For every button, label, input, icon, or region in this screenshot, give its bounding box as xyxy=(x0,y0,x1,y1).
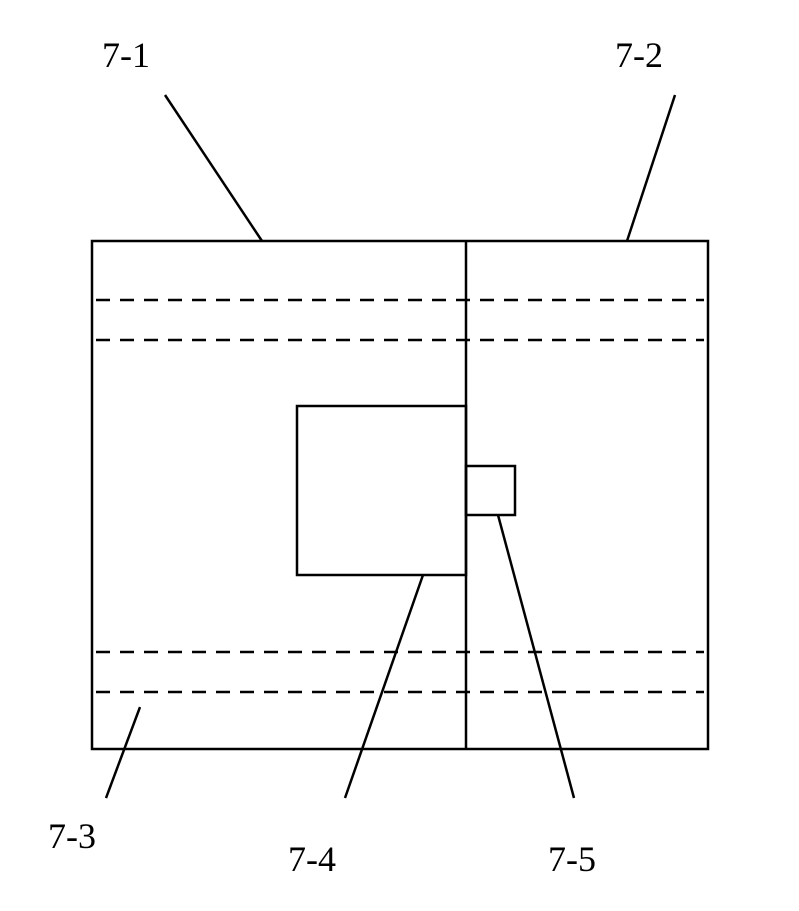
dashed-lines xyxy=(96,300,704,692)
diagram-svg xyxy=(0,0,799,911)
outer-rect xyxy=(92,241,708,749)
box-small xyxy=(466,466,515,515)
box-large xyxy=(297,406,466,575)
